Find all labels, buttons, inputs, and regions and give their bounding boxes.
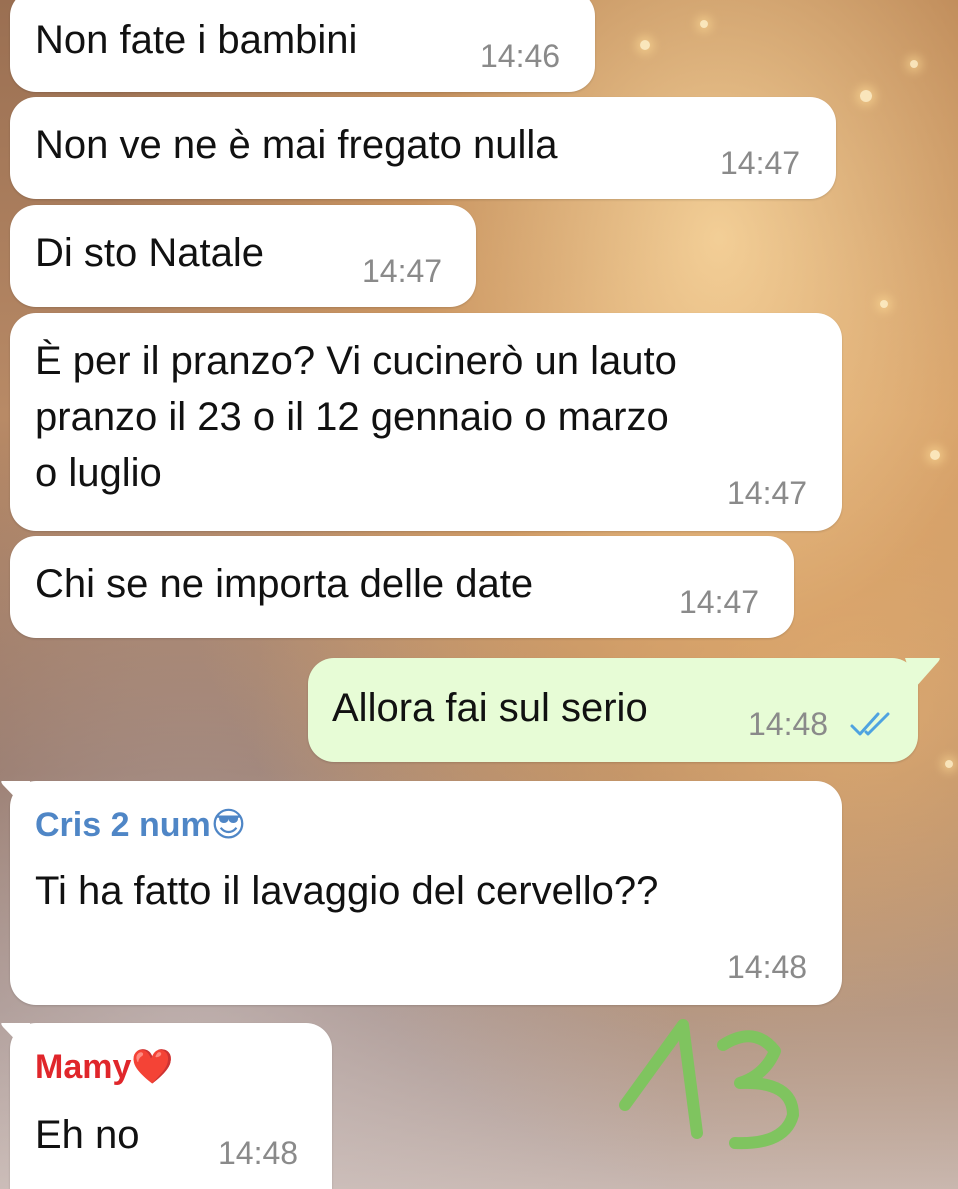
- message-time: 14:48: [727, 949, 808, 985]
- read-receipt-icon: [850, 712, 890, 736]
- message-bubble[interactable]: È per il pranzo? Vi cucinerò un lauto pr…: [10, 313, 842, 531]
- wallpaper-light: [910, 60, 918, 68]
- message-text: Non fate i bambini: [35, 18, 358, 62]
- sender-name[interactable]: Mamy❤️: [35, 1047, 174, 1087]
- wallpaper-light: [640, 40, 650, 50]
- message-time: 14:46: [480, 38, 561, 74]
- wallpaper-light: [860, 90, 872, 102]
- message-bubble[interactable]: Chi se ne importa delle date 14:47: [10, 536, 794, 638]
- message-text: Allora fai sul serio: [332, 686, 648, 730]
- outgoing-message-bubble[interactable]: Allora fai sul serio 14:48: [308, 658, 918, 762]
- wallpaper-light: [930, 450, 940, 460]
- message-bubble[interactable]: Di sto Natale 14:47: [10, 205, 476, 307]
- message-time: 14:47: [679, 584, 760, 620]
- bubble-tail: [1, 781, 30, 811]
- message-text: Di sto Natale: [35, 231, 264, 275]
- wallpaper-light: [945, 760, 953, 768]
- message-time: 14:48: [748, 706, 829, 742]
- message-bubble[interactable]: Mamy❤️ Eh no 14:48: [10, 1023, 332, 1189]
- message-text: È per il pranzo? Vi cucinerò un lauto pr…: [35, 339, 677, 495]
- message-time: 14:47: [362, 253, 443, 289]
- handwritten-annotation-13: [619, 1019, 799, 1150]
- wallpaper-light: [880, 300, 888, 308]
- message-text: Chi se ne importa delle date: [35, 562, 534, 606]
- bubble-tail: [1, 1023, 30, 1053]
- message-bubble[interactable]: Cris 2 num😎 Ti ha fatto il lavaggio del …: [10, 781, 842, 1005]
- message-text: Ti ha fatto il lavaggio del cervello??: [35, 869, 659, 913]
- message-text: Non ve ne è mai fregato nulla: [35, 123, 558, 167]
- message-bubble[interactable]: Non fate i bambini 14:46: [10, 0, 595, 92]
- sender-name[interactable]: Cris 2 num😎: [35, 805, 246, 845]
- message-time: 14:47: [727, 475, 808, 511]
- bubble-tail: [905, 658, 940, 688]
- wallpaper-light: [700, 20, 708, 28]
- message-text: Eh no: [35, 1113, 140, 1157]
- message-time: 14:48: [218, 1135, 299, 1171]
- message-time: 14:47: [720, 145, 801, 181]
- message-bubble[interactable]: Non ve ne è mai fregato nulla 14:47: [10, 97, 836, 199]
